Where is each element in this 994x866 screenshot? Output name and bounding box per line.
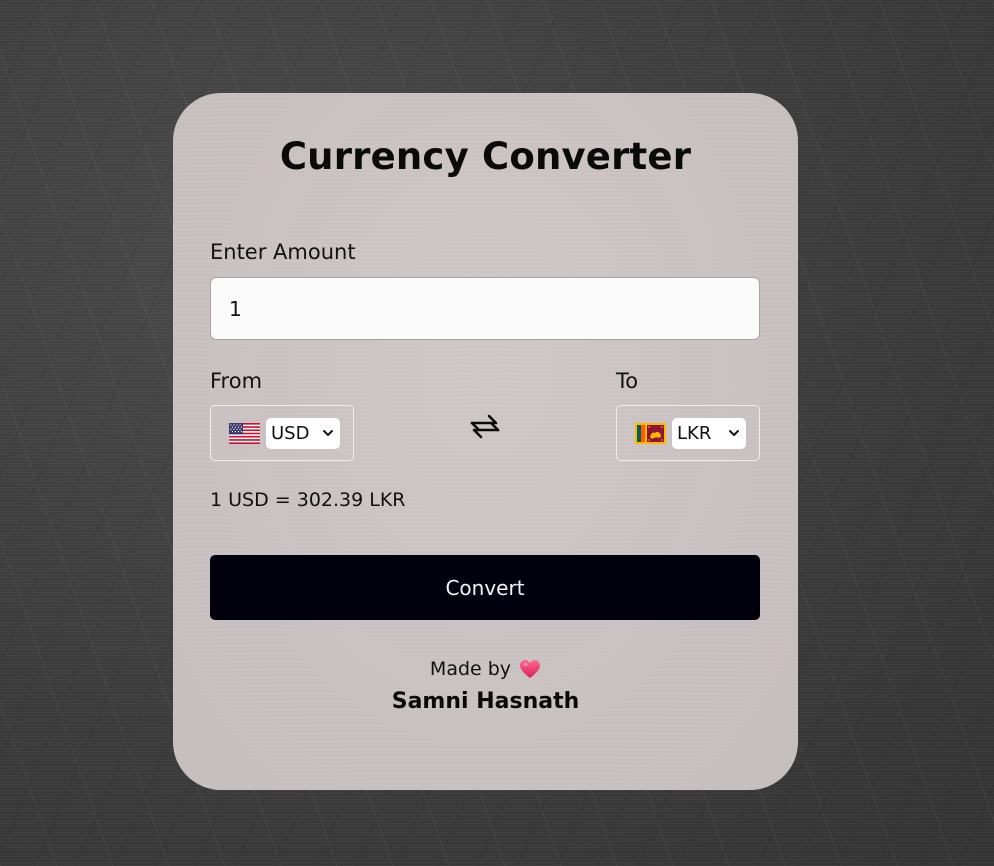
exchange-rate-text: 1 USD = 302.39 LKR xyxy=(210,489,406,511)
from-currency-box: USD xyxy=(210,405,354,461)
from-currency-select-wrap[interactable]: USD xyxy=(266,417,340,449)
page-title: Currency Converter xyxy=(279,135,692,178)
swap-arrows-icon[interactable] xyxy=(464,407,506,447)
heart-icon xyxy=(520,660,541,678)
to-currency-select-wrap[interactable]: LKR xyxy=(672,417,746,449)
from-label: From xyxy=(210,369,263,393)
to-label: To xyxy=(616,369,639,393)
made-by-line: Made by xyxy=(173,658,798,680)
us-flag-icon xyxy=(229,422,260,444)
to-currency-box: LKR xyxy=(616,405,760,461)
to-currency-select[interactable]: LKR xyxy=(672,417,746,449)
made-by-text: Made by xyxy=(429,658,512,680)
from-currency-select[interactable]: USD xyxy=(266,417,340,449)
convert-button[interactable]: Convert xyxy=(210,555,760,620)
author-name: Samni Hasnath xyxy=(391,689,580,714)
lk-flag-icon xyxy=(635,422,666,444)
amount-input[interactable] xyxy=(210,277,760,340)
converter-card: Currency Converter Enter Amount From USD xyxy=(173,93,798,790)
amount-label: Enter Amount xyxy=(210,240,356,264)
